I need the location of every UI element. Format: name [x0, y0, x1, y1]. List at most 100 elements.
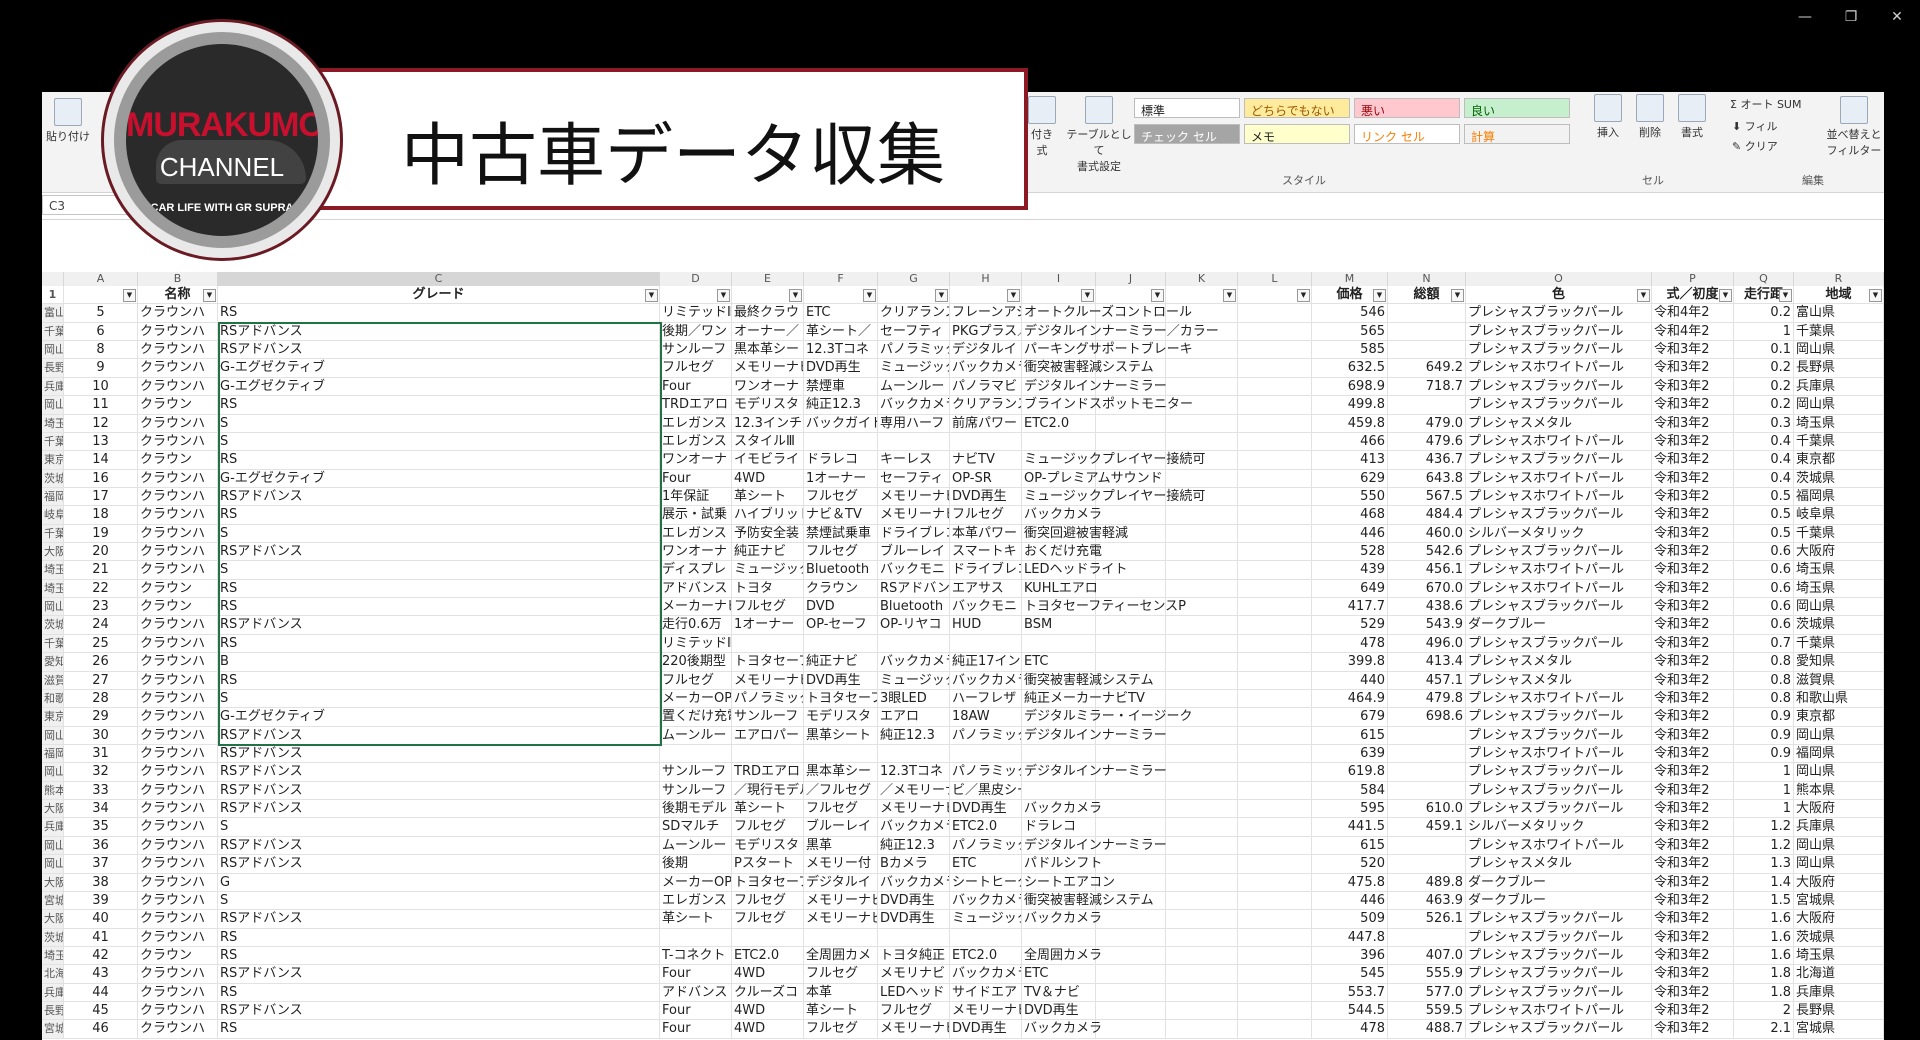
cell-price[interactable]: 546 [1312, 304, 1388, 323]
cell-total[interactable]: 479.8 [1388, 689, 1466, 709]
row-number[interactable]: 大阪府 [42, 800, 64, 819]
cell-total[interactable]: 649.2 [1388, 359, 1466, 378]
cell-grade[interactable]: RS [218, 396, 660, 415]
cell-mileage[interactable]: 0.8 [1734, 653, 1794, 672]
cell-name[interactable]: クラウンハ [138, 341, 218, 360]
cell-name[interactable]: クラウンハ [138, 322, 218, 342]
cell-price[interactable]: 446 [1312, 891, 1388, 911]
cell-total[interactable]: 643.8 [1388, 469, 1466, 488]
cell-empty[interactable] [1238, 671, 1312, 690]
header-cell-l[interactable]: ▼ [1238, 286, 1312, 305]
cell-option[interactable]: ディスプレ [660, 561, 732, 580]
cell-region[interactable]: 埼玉県 [1794, 946, 1884, 966]
cell-price[interactable]: 468 [1312, 506, 1388, 525]
cell-id[interactable]: 14 [64, 451, 138, 470]
header-cell-g[interactable]: ▼ [878, 286, 950, 305]
cell-option[interactable]: フルセグ [804, 487, 878, 507]
cell-year[interactable]: 令和3年2 [1652, 800, 1734, 819]
cell-option[interactable]: 12.3Tコネ [804, 341, 878, 360]
cell-option[interactable]: デジタルインナーミラー [1022, 763, 1167, 782]
cell-option[interactable]: ETC2.0 [732, 946, 804, 966]
cell-year[interactable]: 令和3年2 [1652, 561, 1734, 580]
cell-empty[interactable] [1166, 377, 1238, 397]
cell-mileage[interactable]: 1 [1734, 322, 1794, 342]
cell-empty[interactable] [1238, 726, 1312, 745]
cell-total[interactable] [1388, 781, 1466, 801]
cell-grade[interactable]: RS [218, 983, 660, 1003]
cell-grade[interactable]: RS [218, 506, 660, 525]
cell-option[interactable]: リミテッドⅡ [660, 304, 732, 323]
cell-year[interactable]: 令和3年2 [1652, 524, 1734, 544]
cell-year[interactable]: 令和3年2 [1652, 873, 1734, 892]
cell-color[interactable]: プレシャスブラックパール [1466, 726, 1652, 745]
cell-color[interactable]: プレシャスホワイトパール [1466, 359, 1652, 378]
cell-name[interactable]: クラウンハ [138, 689, 218, 709]
cell-total[interactable]: 718.7 [1388, 377, 1466, 397]
cell-grade[interactable]: RSアドバンス [218, 855, 660, 874]
cell-price[interactable]: 441.5 [1312, 818, 1388, 837]
cell-option[interactable]: Four [660, 965, 732, 984]
cell-name[interactable]: クラウンハ [138, 506, 218, 525]
cell-price[interactable]: 478 [1312, 634, 1388, 654]
cell-option[interactable]: エアサス [950, 579, 1022, 599]
cell-name[interactable]: クラウンハ [138, 800, 218, 819]
cell-option[interactable]: ドラレコ [1022, 818, 1096, 837]
cell-option[interactable]: DVD再生 [804, 671, 878, 690]
column-header-h[interactable]: H [950, 272, 1022, 286]
cell-year[interactable]: 令和3年2 [1652, 414, 1734, 433]
cell-option[interactable]: サンルーフ [660, 763, 732, 782]
cell-grade[interactable]: S [218, 432, 660, 452]
cell-option[interactable]: バックガイド [804, 414, 878, 433]
cell-name[interactable]: クラウンハ [138, 304, 218, 323]
cell-region[interactable]: 岡山県 [1794, 341, 1884, 360]
cell-option[interactable]: ブルーレイ [878, 543, 950, 562]
cell-option[interactable]: DVD [804, 598, 878, 617]
cell-option[interactable]: 禁煙車 [804, 377, 878, 397]
fill-button[interactable]: ⬇ フィル [1732, 118, 1778, 134]
cell-name[interactable]: クラウン [138, 451, 218, 470]
cell-option[interactable]: サンルーフ [660, 781, 732, 801]
column-header-k[interactable]: K [1166, 272, 1238, 286]
cell-region[interactable]: 埼玉県 [1794, 414, 1884, 433]
cell-year[interactable]: 令和3年2 [1652, 506, 1734, 525]
cell-color[interactable]: ダークブルー [1466, 616, 1652, 635]
cell-empty[interactable] [1238, 1020, 1312, 1039]
cell-mileage[interactable]: 1.6 [1734, 928, 1794, 947]
row-number[interactable]: 1 [42, 286, 64, 305]
cell-id[interactable]: 40 [64, 910, 138, 929]
column-header-d[interactable]: D [660, 272, 732, 286]
cell-color[interactable]: プレシャスブラックパール [1466, 763, 1652, 782]
cell-option[interactable] [660, 928, 732, 947]
cell-id[interactable]: 36 [64, 836, 138, 856]
cell-option[interactable]: エアロ [878, 708, 950, 727]
header-cell-q[interactable]: 走行距 ▼ [1734, 286, 1794, 305]
cell-option[interactable]: サンルーフ [660, 341, 732, 360]
cell-option[interactable]: ナビ＆TV [804, 506, 878, 525]
cell-empty[interactable] [1166, 671, 1238, 690]
insert-button[interactable]: 挿入 [1590, 94, 1626, 140]
cell-empty[interactable] [1238, 855, 1312, 874]
cell-name[interactable]: クラウンハ [138, 836, 218, 856]
cell-color[interactable]: プレシャスメタル [1466, 671, 1652, 690]
cell-mileage[interactable]: 2 [1734, 1002, 1794, 1021]
cell-empty[interactable] [1238, 708, 1312, 727]
cell-option[interactable]: バックカメラ [1022, 506, 1102, 525]
filter-dropdown-icon[interactable]: ▼ [1007, 289, 1020, 302]
cell-name[interactable]: クラウンハ [138, 543, 218, 562]
cell-empty[interactable] [1166, 891, 1238, 911]
row-number[interactable]: 埼玉県 [42, 561, 64, 580]
cell-grade[interactable]: RSアドバンス [218, 726, 660, 745]
cell-option[interactable]: ミュージック [878, 671, 950, 690]
cell-option[interactable]: 衝突回避被害軽減 [1022, 524, 1128, 544]
cell-id[interactable]: 16 [64, 469, 138, 488]
cell-style-4[interactable]: チェック セル [1134, 124, 1240, 144]
cell-color[interactable]: プレシャスブラックパール [1466, 322, 1652, 342]
cell-option[interactable]: フルセグ [804, 1020, 878, 1039]
cell-id[interactable]: 28 [64, 689, 138, 709]
cell-id[interactable]: 44 [64, 983, 138, 1003]
cell-grade[interactable]: RSアドバンス [218, 836, 660, 856]
cell-name[interactable]: クラウンハ [138, 1020, 218, 1039]
cell-option[interactable]: Bluetooth [878, 598, 950, 617]
header-cell-e[interactable]: ▼ [732, 286, 804, 305]
cell-option[interactable]: DVD再生 [878, 910, 950, 929]
